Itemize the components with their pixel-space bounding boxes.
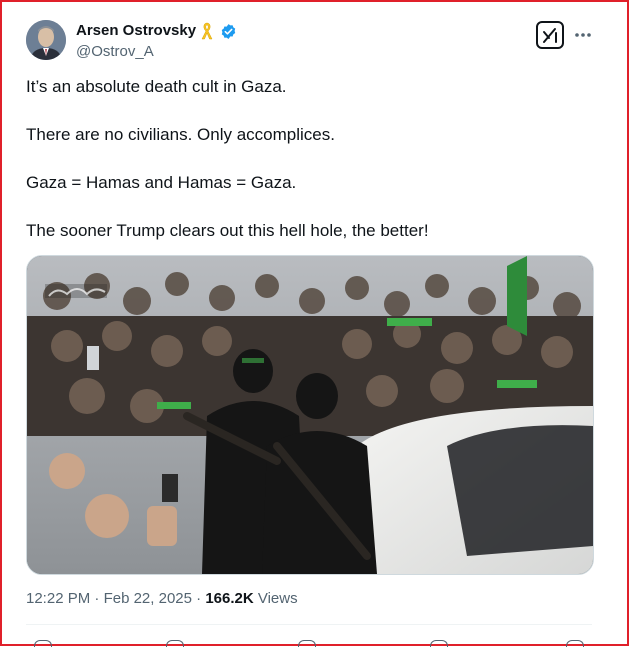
action-bar: [26, 636, 592, 647]
more-options-button[interactable]: [570, 24, 596, 46]
tweet-line: It’s an absolute death cult in Gaza.: [26, 77, 287, 96]
tweet-line: Gaza = Hamas and Hamas = Gaza.: [26, 173, 297, 192]
author-name[interactable]: Arsen Ostrovsky: [76, 22, 196, 39]
meta-separator: ·: [94, 590, 100, 607]
more-icon: [575, 33, 591, 37]
tweet-line: The sooner Trump clears out this hell ho…: [26, 221, 429, 240]
grok-button[interactable]: [536, 21, 564, 49]
author-handle[interactable]: @Ostrov_A: [76, 43, 154, 60]
tweet-meta: 12:22 PM · Feb 22, 2025 · 166.2K Views: [26, 590, 298, 607]
tweet-time[interactable]: 12:22 PM: [26, 590, 90, 607]
grok-icon: [543, 28, 557, 43]
tweet-line: There are no civilians. Only accomplices…: [26, 125, 335, 144]
meta-separator: ·: [196, 590, 202, 607]
crowd-photo: [27, 256, 593, 574]
tweet-photo[interactable]: [26, 255, 594, 575]
tweet-date[interactable]: Feb 22, 2025: [104, 590, 192, 607]
views-label: Views: [257, 590, 298, 607]
views-count: 166.2K: [205, 590, 254, 607]
avatar[interactable]: [26, 20, 66, 60]
verified-badge-icon[interactable]: [220, 23, 237, 40]
yellow-ribbon-icon: [201, 22, 213, 40]
divider: [26, 624, 592, 625]
tweet-text: It’s an absolute death cult in Gaza. The…: [26, 77, 596, 241]
avatar-image: [26, 20, 66, 60]
